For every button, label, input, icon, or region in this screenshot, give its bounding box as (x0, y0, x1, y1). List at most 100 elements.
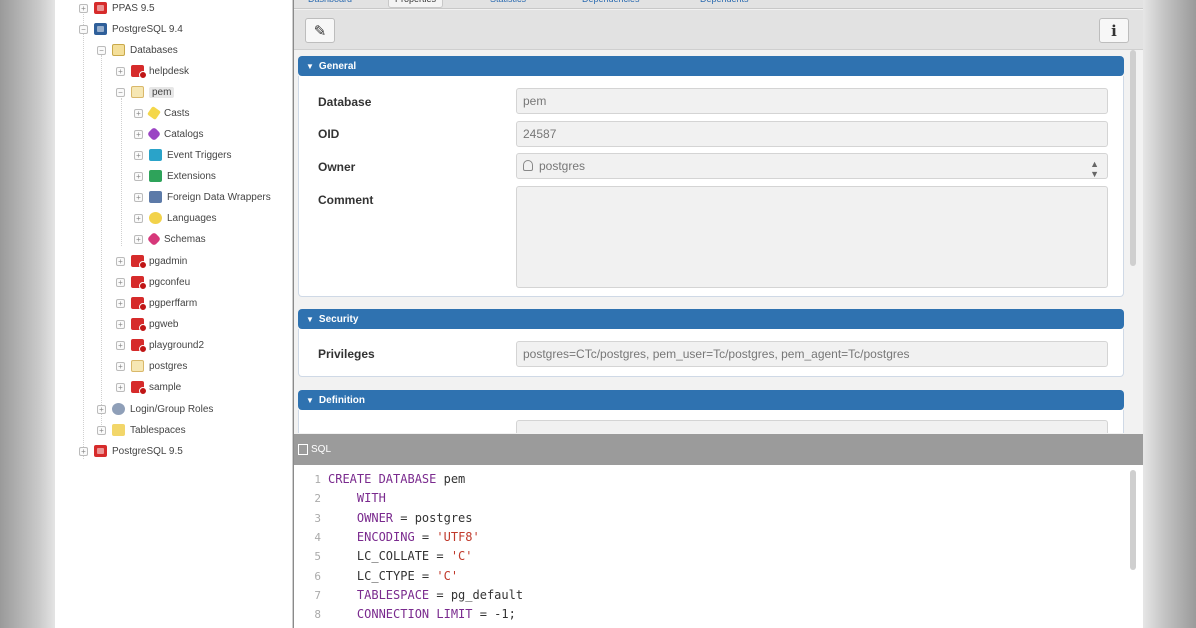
sql-token: = postgres (393, 510, 473, 525)
tree-node-postgresql95[interactable]: + PostgreSQL 9.5 (79, 442, 183, 460)
tree-node-catalogs[interactable]: + Catalogs (134, 125, 203, 143)
tree-node-login-group-roles[interactable]: + Login/Group Roles (97, 400, 213, 418)
section-title: General (318, 60, 357, 72)
expand-icon[interactable]: + (97, 425, 106, 435)
definition-field[interactable] (516, 420, 1108, 433)
tree-node-schemas[interactable]: + Schemas (134, 230, 206, 248)
edit-button[interactable]: ✎ (305, 18, 335, 43)
tree-node-label: PostgreSQL 9.4 (112, 23, 183, 35)
tab-statistics[interactable]: Statistics (484, 0, 532, 8)
sql-editor[interactable]: 1 CREATE DATABASE pem 2 WITH 3 OWNER = post… (294, 465, 1143, 628)
dropdown-arrow-icon: ▲ ▼ (1090, 159, 1099, 179)
expand-icon[interactable]: + (134, 192, 143, 202)
sql-line-number: 4 (314, 530, 321, 544)
server-icon (94, 445, 107, 457)
sql-token: 'C' (436, 568, 459, 583)
owner-select[interactable]: postgres ▲ ▼ (516, 153, 1108, 179)
sql-line-number: 1 (314, 473, 321, 486)
expand-icon[interactable]: + (116, 256, 125, 266)
info-button[interactable]: i (1099, 18, 1129, 43)
tab-dependents[interactable]: Dependents (694, 0, 755, 8)
tree-node-databases[interactable]: − Databases (97, 41, 178, 59)
expand-icon[interactable]: + (116, 277, 125, 287)
section-security: Privileges postgres=CTc/postgres, pem_us… (298, 329, 1124, 377)
tree-node-sample[interactable]: + sample (116, 378, 181, 396)
section-definition (298, 410, 1124, 433)
expand-icon[interactable]: + (134, 234, 143, 244)
collapse-icon[interactable]: − (116, 87, 125, 97)
expand-icon[interactable]: + (134, 129, 143, 139)
tree-node-label: pem (149, 86, 175, 98)
tree-node-label: Event Triggers (167, 149, 232, 161)
expand-icon[interactable]: + (79, 3, 88, 13)
tab-dependencies[interactable]: Dependencies (576, 0, 646, 8)
oid-field[interactable]: 24587 (516, 121, 1108, 147)
tree-node-languages[interactable]: + Languages (134, 209, 217, 227)
tree-node-label: Extensions (167, 170, 216, 182)
tree-node-ppas95[interactable]: + PPAS 9.5 (79, 0, 155, 17)
expand-icon[interactable]: + (97, 404, 106, 414)
databases-folder-icon (112, 44, 125, 56)
tree-node-pem[interactable]: − pem (116, 83, 175, 101)
tree-node-label: sample (149, 381, 182, 393)
tree-node-pgperffarm[interactable]: + pgperffarm (116, 294, 197, 312)
section-general: Database pem OID 24587 Owner postgres ▲ ▼… (298, 76, 1124, 297)
scrollbar-thumb[interactable] (1130, 50, 1136, 266)
tree-node-casts[interactable]: + Casts (134, 104, 190, 122)
expand-icon[interactable]: + (134, 150, 143, 160)
database-icon (131, 360, 144, 372)
tree-node-playground2[interactable]: + playground2 (116, 336, 204, 354)
tree-node-extensions[interactable]: + Extensions (134, 167, 216, 185)
section-definition-header[interactable]: ▼ Definition (298, 390, 1124, 410)
scrollbar-thumb[interactable] (1130, 470, 1136, 570)
edit-icon: ✎ (313, 22, 327, 40)
collapse-icon[interactable]: − (79, 24, 88, 34)
expand-icon[interactable]: + (116, 340, 125, 350)
collapse-icon[interactable]: − (97, 45, 106, 55)
section-title: Security (318, 313, 359, 325)
tree-node-pgconfeu[interactable]: + pgconfeu (116, 273, 190, 291)
tree-node-event-triggers[interactable]: + Event Triggers (134, 146, 231, 164)
expand-icon[interactable]: + (116, 382, 125, 392)
tree-node-postgresql94[interactable]: − PostgreSQL 9.4 (79, 20, 183, 38)
owner-label: Owner (318, 160, 356, 174)
tab-dashboard[interactable]: Dashboard (302, 0, 358, 8)
tree-node-tablespaces[interactable]: + Tablespaces (97, 421, 186, 439)
tree-node-postgres[interactable]: + postgres (116, 357, 187, 375)
expand-icon[interactable]: + (116, 319, 125, 329)
properties-scrollbar[interactable] (1129, 50, 1137, 433)
comment-textarea[interactable] (516, 186, 1108, 288)
caret-down-icon: ▼ (306, 395, 314, 405)
sql-token: = (414, 529, 437, 544)
expand-icon[interactable]: + (116, 298, 125, 308)
expand-icon[interactable]: + (134, 108, 143, 118)
tree-node-pgweb[interactable]: + pgweb (116, 315, 178, 333)
tree-node-label: pgconfeu (149, 276, 191, 288)
tab-properties[interactable]: Properties (388, 0, 444, 8)
privileges-label: Privileges (318, 347, 375, 361)
section-general-header[interactable]: ▼ General (298, 56, 1124, 76)
database-icon (131, 255, 147, 269)
privileges-field[interactable]: postgres=CTc/postgres, pem_user=Tc/postg… (516, 341, 1108, 367)
tree-node-helpdesk[interactable]: + helpdesk (116, 62, 189, 80)
database-name-field[interactable]: pem (516, 88, 1108, 114)
expand-icon[interactable]: + (134, 171, 143, 181)
sql-code-line: WITH (328, 491, 386, 505)
expand-icon[interactable]: + (116, 361, 125, 371)
event-trigger-icon (149, 149, 162, 161)
tree-node-foreign-data-wrappers[interactable]: + Foreign Data Wrappers (134, 188, 271, 206)
expand-icon[interactable]: + (79, 446, 88, 456)
expand-icon[interactable]: + (134, 213, 143, 223)
database-icon (131, 339, 147, 353)
caret-down-icon: ▼ (306, 314, 314, 324)
schema-icon (146, 231, 162, 247)
section-security-header[interactable]: ▼ Security (298, 309, 1124, 329)
tree-node-pgadmin[interactable]: + pgadmin (116, 252, 187, 270)
sql-code-line: CONNECTION LIMIT = -1; (328, 607, 516, 621)
expand-icon[interactable]: + (116, 66, 125, 76)
section-title: Definition (318, 394, 366, 406)
sql-token: CREATE DATABASE (328, 472, 437, 486)
tree-node-label: PPAS 9.5 (112, 2, 155, 14)
tree-node-label: Databases (130, 44, 178, 56)
sql-scrollbar[interactable] (1129, 470, 1137, 570)
